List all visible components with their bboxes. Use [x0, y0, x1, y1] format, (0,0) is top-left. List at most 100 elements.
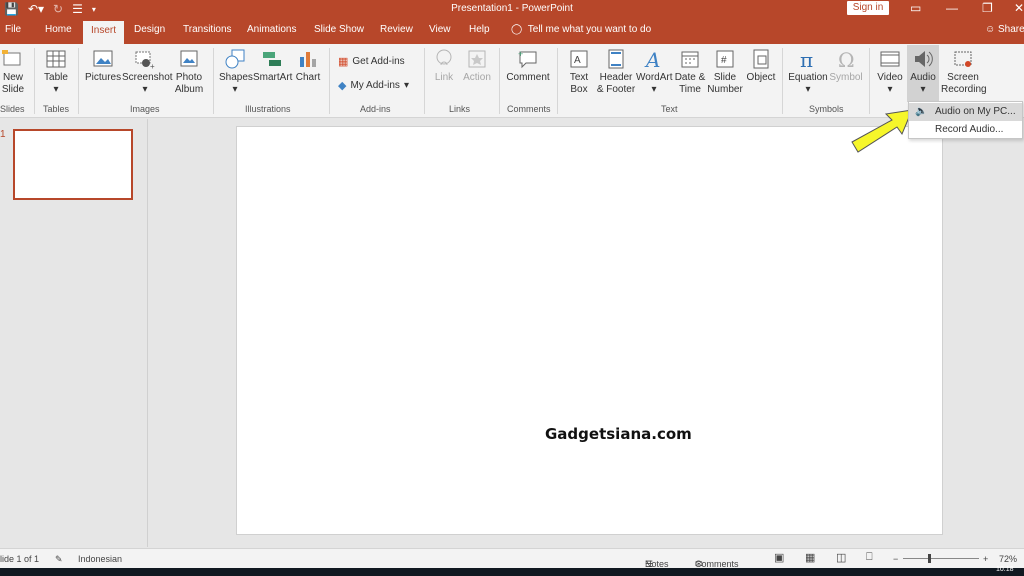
table-button[interactable]: Table ▾ — [40, 48, 72, 96]
pictures-button[interactable]: Pictures — [85, 48, 121, 84]
photo-album-label-1: Photo — [175, 72, 203, 83]
normal-view-icon[interactable]: ▣ — [774, 551, 784, 564]
ribbon-insert: New Slide Slides Table ▾ Tables Pictures… — [0, 44, 1024, 118]
group-separator — [499, 48, 500, 114]
pictures-icon — [93, 50, 113, 67]
photo-album-button[interactable]: Photo Album — [170, 48, 208, 96]
smartart-button[interactable]: SmartArt — [253, 48, 293, 84]
dropdown-caret-icon: ▾ — [53, 84, 59, 95]
speaker-icon: 🔈 — [915, 106, 928, 117]
pi-icon: π — [800, 48, 813, 70]
tab-file[interactable]: File — [5, 24, 21, 35]
new-slide-icon — [2, 50, 21, 66]
action-button[interactable]: Action — [461, 48, 493, 84]
group-label-addins: Add-ins — [360, 104, 391, 114]
zoom-level[interactable]: 72% — [999, 554, 1017, 564]
restore-icon[interactable]: ❐ — [982, 1, 993, 15]
screenshot-button[interactable]: + Screenshot ▾ — [122, 48, 173, 96]
group-label-links: Links — [449, 104, 471, 114]
slide-thumbnail[interactable] — [13, 129, 133, 200]
tab-review[interactable]: Review — [380, 24, 413, 35]
header-footer-button[interactable]: Header & Footer — [596, 48, 636, 96]
close-icon[interactable]: ✕ — [1014, 1, 1024, 15]
tab-slide-show[interactable]: Slide Show — [314, 24, 364, 35]
tab-transitions[interactable]: Transitions — [183, 24, 232, 35]
menu-item-record-audio[interactable]: Record Audio... — [909, 121, 1022, 139]
tab-help[interactable]: Help — [469, 24, 490, 35]
symbol-button[interactable]: Ω Symbol — [829, 48, 863, 84]
audio-button[interactable]: Audio ▾ — [907, 45, 939, 102]
comment-label: Comment — [506, 72, 550, 83]
sign-in-button[interactable]: Sign in — [847, 1, 889, 15]
screen-recording-icon — [954, 51, 972, 67]
slide-number-button[interactable]: # Slide Number — [707, 48, 743, 96]
smartart-label: SmartArt — [253, 72, 293, 83]
header-footer-icon — [608, 49, 624, 69]
menu-item-audio-on-my-pc[interactable]: 🔈 Audio on My PC... — [909, 103, 1022, 121]
slide-number-label-2: Number — [707, 84, 743, 95]
tab-home[interactable]: Home — [45, 24, 72, 35]
language-indicator[interactable]: Indonesian — [78, 554, 122, 564]
addins-icon: ◆ — [338, 80, 347, 92]
zoom-out-button[interactable]: − — [893, 554, 898, 564]
minimize-icon[interactable]: — — [946, 1, 958, 15]
object-button[interactable]: Object — [745, 48, 777, 84]
dropdown-caret-icon: ▾ — [232, 84, 238, 95]
share-button[interactable]: ☺ Share — [985, 24, 1024, 35]
slide-show-view-icon[interactable]: ⎕ — [866, 551, 873, 564]
dropdown-caret-icon: ▾ — [142, 84, 148, 95]
my-addins-button[interactable]: ◆ My Add-ins ▾ — [338, 79, 409, 92]
dropdown-caret-icon: ▾ — [403, 80, 409, 91]
zoom-in-button[interactable]: + — [983, 554, 988, 564]
comment-button[interactable]: + Comment — [505, 48, 551, 84]
screen-recording-label-1: Screen — [947, 72, 979, 83]
date-time-label-2: Time — [679, 84, 701, 95]
table-label: Table — [44, 72, 68, 83]
zoom-slider-track[interactable] — [903, 558, 979, 559]
text-box-button[interactable]: A Text Box — [564, 48, 594, 96]
svg-text:+: + — [150, 62, 155, 70]
lightbulb-icon: ◯ — [511, 24, 523, 35]
group-separator — [329, 48, 330, 114]
tab-animations[interactable]: Animations — [247, 24, 296, 35]
new-slide-button[interactable]: New Slide — [0, 48, 26, 96]
get-addins-button[interactable]: ▦ Get Add-ins — [338, 55, 405, 68]
watermark-text: Gadgetsiana.com — [545, 425, 692, 443]
shapes-icon — [225, 49, 245, 69]
ribbon-display-options-icon[interactable]: ▭ — [910, 1, 921, 15]
chart-button[interactable]: Chart — [294, 48, 322, 84]
video-label: Video — [877, 72, 903, 83]
zoom-slider-thumb[interactable] — [928, 554, 931, 563]
tab-design[interactable]: Design — [134, 24, 165, 35]
wordart-icon: A — [644, 48, 660, 70]
group-separator — [557, 48, 558, 114]
group-label-tables: Tables — [43, 104, 70, 114]
dropdown-caret-icon: ▾ — [887, 84, 893, 95]
tab-view[interactable]: View — [429, 24, 451, 35]
equation-button[interactable]: π Equation ▾ — [788, 48, 828, 96]
new-slide-label-2: Slide — [1, 84, 25, 95]
video-button[interactable]: Video ▾ — [875, 48, 905, 96]
slide-canvas[interactable] — [236, 126, 943, 535]
dropdown-caret-icon: ▾ — [651, 84, 657, 95]
shapes-label: Shapes — [219, 72, 253, 83]
date-time-button[interactable]: Date & Time — [674, 48, 706, 96]
equation-label: Equation — [788, 72, 828, 83]
link-icon — [436, 49, 452, 66]
spellcheck-icon[interactable]: ✎ — [55, 554, 63, 565]
link-button[interactable]: Link — [431, 48, 457, 84]
screen-recording-button[interactable]: Screen Recording — [941, 48, 987, 96]
tab-insert[interactable]: Insert — [83, 21, 125, 44]
symbol-label: Symbol — [829, 72, 863, 83]
link-label: Link — [434, 72, 454, 83]
shapes-button[interactable]: Shapes ▾ — [219, 48, 253, 96]
wordart-button[interactable]: A WordArt ▾ — [636, 48, 673, 96]
table-icon — [46, 50, 66, 68]
group-label-symbols: Symbols — [809, 104, 844, 114]
group-separator — [424, 48, 425, 114]
slide-sorter-icon[interactable]: ▦ — [805, 551, 815, 564]
share-label: Share — [998, 24, 1024, 35]
photo-album-icon — [180, 50, 198, 67]
reading-view-icon[interactable]: ◫ — [836, 551, 846, 564]
tell-me-search[interactable]: ◯ Tell me what you want to do — [511, 24, 651, 35]
